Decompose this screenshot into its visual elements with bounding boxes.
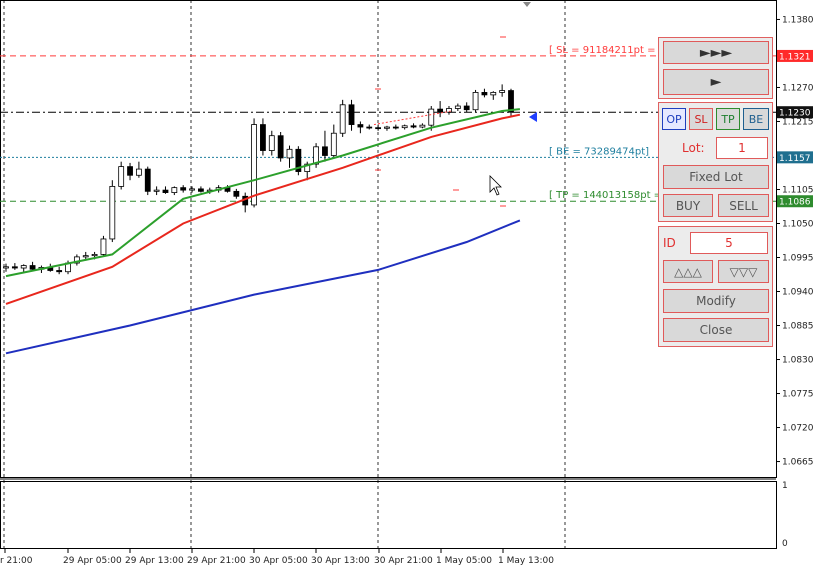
y-tick-label: 1.0775 bbox=[782, 390, 814, 400]
candle-body bbox=[375, 127, 382, 130]
close-button[interactable]: Close bbox=[663, 318, 769, 342]
candle-body bbox=[11, 266, 18, 269]
play-button[interactable]: ► bbox=[663, 69, 769, 95]
candle-body bbox=[20, 265, 27, 269]
candle-body bbox=[189, 188, 195, 191]
x-tick-label: 1 May 05:00 bbox=[436, 556, 492, 566]
x-tick-label: 30 Apr 05:00 bbox=[249, 556, 308, 566]
candle-body bbox=[29, 265, 36, 270]
y-tick-label: 1.1380 bbox=[782, 15, 814, 25]
candle-body bbox=[171, 187, 178, 193]
candle-body bbox=[384, 126, 390, 129]
candle-body bbox=[330, 132, 337, 156]
x-tick-label: 29 Apr 13:00 bbox=[125, 556, 184, 566]
price-tag-label: 1.1086 bbox=[779, 198, 811, 208]
x-tick-label: r 21:00 bbox=[0, 556, 33, 566]
candle-body bbox=[277, 135, 284, 159]
candle-body bbox=[348, 104, 355, 125]
sell-button[interactable]: SELL bbox=[718, 194, 769, 217]
id-label: ID bbox=[663, 236, 676, 250]
price-tag-label: 1.1230 bbox=[779, 109, 811, 119]
candle-body bbox=[463, 105, 470, 111]
candle-body bbox=[268, 135, 275, 151]
candle-body bbox=[109, 185, 116, 240]
candle-body bbox=[499, 90, 506, 93]
candle-body bbox=[144, 168, 151, 192]
y-tick-label: 1.0940 bbox=[782, 288, 814, 298]
y-tick-label: 1.1050 bbox=[782, 219, 814, 229]
trading-terminal: 1.13801.13251.12701.12151.11601.11051.10… bbox=[0, 0, 817, 572]
candle-body bbox=[339, 104, 346, 134]
candle-body bbox=[82, 255, 89, 258]
candle-body bbox=[56, 270, 63, 273]
buy-button[interactable]: BUY bbox=[663, 194, 713, 217]
candle-body bbox=[162, 189, 169, 193]
candle-body bbox=[357, 124, 364, 128]
candle-body bbox=[118, 166, 125, 187]
y-tick-label: 1.1270 bbox=[782, 83, 814, 93]
x-tick-label: 30 Apr 13:00 bbox=[311, 556, 370, 566]
candle-body bbox=[3, 266, 9, 269]
move-up-button[interactable]: △△△ bbox=[663, 260, 713, 283]
candle-body bbox=[437, 108, 444, 113]
candle-body bbox=[260, 124, 266, 151]
candle-body bbox=[428, 108, 435, 126]
op-button[interactable]: OP bbox=[662, 108, 686, 130]
move-down-button[interactable]: ▽▽▽ bbox=[718, 260, 769, 283]
y-tick-label: 1.1215 bbox=[782, 117, 814, 127]
y-tick-label: 1.0720 bbox=[782, 424, 814, 434]
indicator-axis-bottom: 0 bbox=[782, 539, 788, 549]
candle-body bbox=[91, 254, 98, 257]
candle-body bbox=[472, 92, 479, 111]
y-tick-label: 1.0830 bbox=[782, 356, 814, 366]
indicator-axis-top: 1 bbox=[782, 481, 788, 491]
lot-input[interactable]: 1 bbox=[716, 137, 768, 159]
tp-button[interactable]: TP bbox=[716, 108, 740, 130]
candle-body bbox=[392, 126, 399, 129]
candle-body bbox=[135, 168, 142, 176]
modify-button[interactable]: Modify bbox=[663, 289, 769, 313]
candle-body bbox=[401, 125, 408, 129]
indicator-plot-frame bbox=[0, 481, 777, 549]
y-tick-label: 1.0885 bbox=[782, 322, 814, 332]
candle-body bbox=[366, 126, 373, 129]
candle-body bbox=[233, 190, 240, 197]
candle-body bbox=[286, 148, 293, 159]
candle-body bbox=[454, 105, 461, 109]
candle-body bbox=[322, 146, 328, 156]
candle-body bbox=[490, 92, 497, 96]
y-tick-label: 1.0665 bbox=[782, 458, 814, 468]
be-button[interactable]: BE bbox=[743, 108, 769, 130]
price-tag-label: 1.1157 bbox=[779, 154, 811, 164]
candle-body bbox=[481, 92, 488, 96]
candle-body bbox=[180, 187, 187, 191]
candle-body bbox=[251, 124, 257, 206]
candle-body bbox=[127, 166, 133, 176]
lot-label: Lot: bbox=[682, 141, 705, 155]
candle-body bbox=[410, 125, 417, 128]
id-input[interactable]: 5 bbox=[690, 232, 768, 254]
x-tick-label: 29 Apr 05:00 bbox=[63, 556, 122, 566]
y-tick-label: 1.0995 bbox=[782, 254, 814, 264]
candle-body bbox=[100, 238, 107, 255]
x-tick-label: 29 Apr 21:00 bbox=[187, 556, 246, 566]
be-level-label: [ BE = 73289474pt] bbox=[549, 146, 649, 157]
fixed-lot-button[interactable]: Fixed Lot bbox=[663, 165, 769, 189]
candle-body bbox=[198, 188, 204, 192]
sl-button[interactable]: SL bbox=[689, 108, 713, 130]
price-tag-label: 1.1321 bbox=[779, 52, 811, 62]
candle-body bbox=[419, 124, 426, 128]
fast-forward-button[interactable]: ►►► bbox=[663, 41, 769, 64]
y-tick-label: 1.1105 bbox=[782, 185, 814, 195]
x-tick-label: 1 May 13:00 bbox=[498, 556, 554, 566]
candle-body bbox=[153, 189, 160, 192]
x-tick-label: 30 Apr 21:00 bbox=[374, 556, 433, 566]
